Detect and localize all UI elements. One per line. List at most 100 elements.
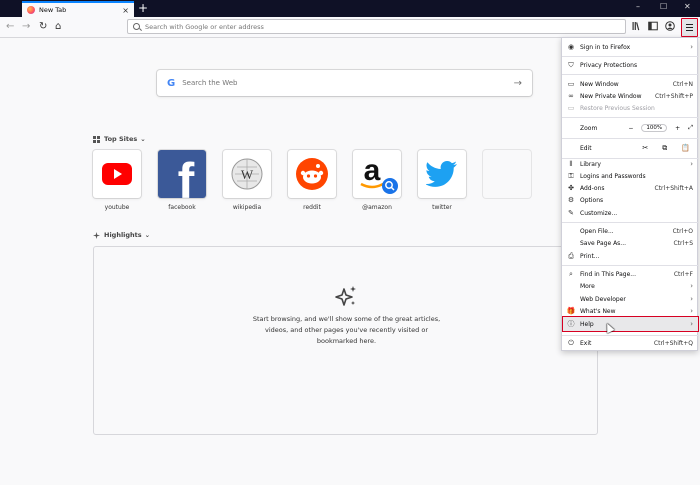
menu-edit-row: Edit ✂ ⧉ 📋 [580, 143, 690, 153]
copy-icon[interactable]: ⧉ [662, 144, 667, 153]
chevron-right-icon: › [690, 43, 693, 51]
tab-title: New Tab [39, 6, 67, 14]
account-icon: ◉ [567, 43, 575, 51]
open-menu-button[interactable] [681, 18, 698, 37]
cut-icon[interactable]: ✂ [642, 144, 648, 153]
menu-privacy-protections[interactable]: ⛉ Privacy Protections [562, 59, 699, 71]
url-input[interactable] [145, 22, 545, 31]
shield-icon: ⛉ [568, 60, 574, 69]
sidebar-icon[interactable] [648, 21, 658, 31]
top-site-youtube[interactable]: youtube [93, 150, 141, 211]
key-icon: ⚿ [568, 171, 574, 180]
chevron-down-icon: ⌄ [144, 231, 151, 239]
menu-web-developer[interactable]: Web Developer › [562, 293, 699, 305]
zoom-out-button[interactable]: − [628, 125, 633, 132]
home-button[interactable]: ⌂ [55, 21, 61, 33]
menu-logins[interactable]: ⚿ Logins and Passwords [562, 170, 699, 182]
maximize-button[interactable]: ☐ [660, 2, 667, 11]
new-window-icon: ▭ [567, 80, 575, 88]
menu-save-page[interactable]: Save Page As... Ctrl+S [562, 237, 699, 249]
grid-icon [93, 135, 100, 143]
new-tab-button[interactable]: + [138, 1, 148, 15]
menu-addons[interactable]: ✤ Add-ons Ctrl+Shift+A [562, 182, 699, 194]
twitter-icon [426, 161, 457, 187]
menu-sign-in[interactable]: ◉ Sign in to Firefox › [562, 41, 699, 53]
highlights-empty-message: Start browsing, and we'll show some of t… [252, 315, 441, 345]
top-site-amazon[interactable]: a @amazon [353, 150, 401, 211]
highlights-label: Highlights [104, 231, 142, 239]
private-mask-icon: ∞ [568, 92, 574, 100]
gift-icon: 🎁 [566, 307, 576, 315]
menu-library[interactable]: ⫴ Library › [562, 158, 699, 170]
back-button[interactable]: ← [6, 21, 14, 33]
menu-exit[interactable]: ⏻ Exit Ctrl+Shift+Q [562, 337, 699, 349]
top-site-label: @amazon [362, 204, 392, 211]
highlights-header[interactable]: Highlights ⌄ [93, 231, 150, 239]
menu-customize[interactable]: ✎ Customize... [562, 207, 699, 219]
google-icon: G [167, 77, 176, 89]
top-sites-header[interactable]: Top Sites ⌄ [93, 135, 146, 143]
fullscreen-icon[interactable]: ⤢ [688, 124, 693, 132]
close-window-button[interactable]: ✕ [684, 2, 691, 11]
restore-icon: ▭ [567, 104, 575, 112]
account-icon[interactable] [665, 21, 675, 31]
search-go-icon[interactable]: → [514, 78, 522, 89]
sparkle-icon [93, 231, 100, 239]
zoom-reset-button[interactable]: 100% [641, 124, 668, 132]
menu-more[interactable]: More › [562, 280, 699, 292]
web-search-box[interactable]: G → [157, 70, 532, 96]
menu-open-file[interactable]: Open File... Ctrl+O [562, 225, 699, 237]
youtube-icon [102, 163, 132, 185]
top-site-reddit[interactable]: reddit [288, 150, 336, 211]
chevron-right-icon: › [690, 160, 693, 168]
menu-print[interactable]: ⎙ Print... [562, 250, 699, 262]
tab-close-icon[interactable]: × [122, 6, 129, 15]
power-icon: ⏻ [568, 338, 574, 347]
facebook-icon: f [178, 153, 195, 198]
top-site-label: wikipedia [232, 204, 262, 211]
app-menu: ◉ Sign in to Firefox › ⛉ Privacy Protect… [561, 37, 699, 351]
paste-icon[interactable]: 📋 [681, 144, 690, 153]
url-bar[interactable] [127, 19, 626, 34]
top-site-label: reddit [303, 204, 321, 211]
amazon-icon: a [360, 154, 398, 194]
chevron-right-icon: › [690, 307, 693, 315]
menu-find[interactable]: ⌕ Find in This Page... Ctrl+F [562, 268, 699, 280]
highlights-panel: Start browsing, and we'll show some of t… [93, 246, 598, 435]
chevron-right-icon: › [690, 320, 693, 328]
printer-icon: ⎙ [568, 251, 574, 260]
menu-options[interactable]: ⚙ Options [562, 194, 699, 206]
chevron-right-icon: › [690, 295, 693, 303]
chevron-down-icon: ⌄ [140, 135, 146, 143]
hamburger-icon [686, 24, 693, 26]
forward-button[interactable]: → [22, 21, 30, 33]
reload-button[interactable]: ↻ [39, 21, 47, 33]
minimize-button[interactable]: – [636, 2, 640, 11]
menu-help[interactable]: ⓘ Help › [562, 316, 699, 332]
gear-icon: ⚙ [567, 196, 575, 204]
paintbrush-icon: ✎ [568, 209, 574, 217]
library-icon: ⫴ [569, 159, 573, 168]
top-site-empty[interactable] [483, 150, 531, 198]
search-icon [133, 23, 140, 30]
top-site-label: twitter [432, 204, 452, 211]
help-icon: ⓘ [567, 320, 575, 328]
library-icon[interactable] [632, 21, 642, 31]
tab-new-tab[interactable]: New Tab × [22, 1, 134, 17]
top-site-label: youtube [104, 204, 130, 211]
svg-text:W: W [241, 167, 254, 182]
wikipedia-icon: W [231, 158, 263, 190]
top-site-twitter[interactable]: twitter [418, 150, 466, 211]
web-search-input[interactable] [182, 79, 514, 87]
svg-text:a: a [364, 154, 381, 187]
title-bar: New Tab × + – ☐ ✕ [0, 0, 700, 17]
menu-new-private-window[interactable]: ∞ New Private Window Ctrl+Shift+P [562, 90, 699, 102]
zoom-in-button[interactable]: + [675, 125, 680, 132]
menu-new-window[interactable]: ▭ New Window Ctrl+N [562, 78, 699, 90]
svg-text:f: f [178, 153, 195, 198]
top-sites-label: Top Sites [104, 135, 138, 143]
top-site-facebook[interactable]: f facebook [158, 150, 206, 211]
menu-zoom-row: Zoom − 100% + ⤢ [580, 124, 693, 132]
menu-restore-session[interactable]: ▭ Restore Previous Session [562, 102, 699, 114]
top-site-wikipedia[interactable]: W wikipedia [223, 150, 271, 211]
